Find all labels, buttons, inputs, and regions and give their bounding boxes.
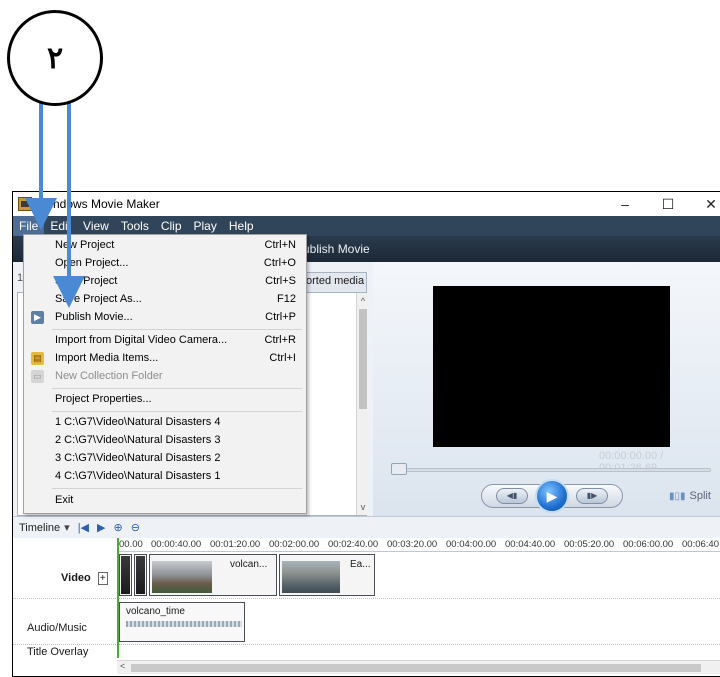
screenshot-root: ٢ Windows Movie Maker – ☐ ✕ File Edit Vi… (0, 0, 720, 677)
step-badge: ٢ (7, 10, 103, 106)
annotation-arrows (25, 92, 85, 308)
